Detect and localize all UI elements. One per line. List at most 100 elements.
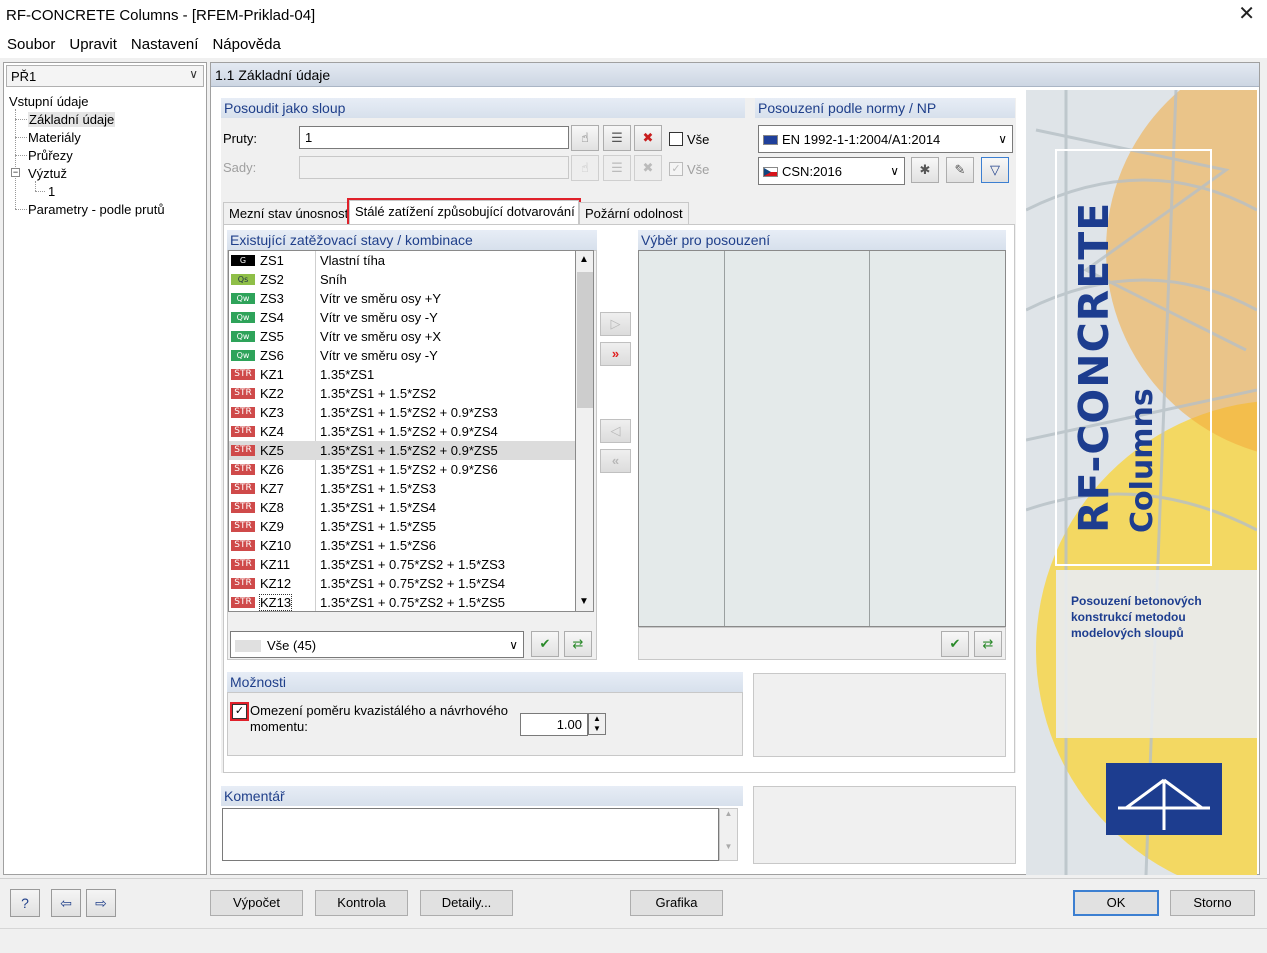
sets-input[interactable] [299, 156, 569, 179]
list-item[interactable]: STR KZ2 1.35*ZS1 + 1.5*ZS2 [229, 384, 575, 403]
list-item[interactable]: STR KZ12 1.35*ZS1 + 0.75*ZS2 + 1.5*ZS4 [229, 574, 575, 593]
ratio-limit-checkbox[interactable]: ✓ [230, 702, 249, 721]
load-case-description: 1.35*ZS1 + 1.5*ZS5 [320, 519, 436, 534]
details-button[interactable]: Detaily... [420, 890, 513, 916]
delete-members-button[interactable]: ✖ [634, 125, 662, 151]
load-type-badge: Qs [231, 274, 255, 285]
tab-ultimate-limit[interactable]: Mezní stav únosnosti [223, 202, 358, 224]
cz-flag-icon [763, 167, 778, 177]
case-select[interactable]: PŘ1 ∨ [6, 65, 204, 87]
tree-item-parameters[interactable]: Parametry - podle prutů [28, 202, 165, 217]
comment-scrollbar[interactable]: ▲ ▼ [719, 808, 738, 861]
members-input[interactable]: 1 [299, 126, 569, 149]
tree-connector [15, 155, 27, 156]
tree-item-reinforcement[interactable]: Výztuž [28, 166, 67, 181]
list-item[interactable]: Qw ZS3 Vítr ve směru osy +Y [229, 289, 575, 308]
scroll-up-icon[interactable]: ▲ [579, 254, 589, 265]
select-sets-button[interactable]: ☰ [603, 155, 631, 181]
next-button[interactable]: ⇨ [86, 889, 116, 917]
tree-item-materials[interactable]: Materiály [28, 130, 81, 145]
list-item[interactable]: STR KZ4 1.35*ZS1 + 1.5*ZS2 + 0.9*ZS4 [229, 422, 575, 441]
tab-fire-resistance[interactable]: Požární odolnost [579, 202, 689, 224]
ratio-spinner[interactable]: ▲ ▼ [588, 713, 606, 735]
load-case-code: ZS5 [260, 329, 284, 344]
scrollbar-thumb[interactable] [577, 272, 593, 408]
list-item[interactable]: Qs ZS2 Sníh [229, 270, 575, 289]
spin-up-icon[interactable]: ▲ [593, 714, 601, 723]
select-all-button[interactable]: ✔ [531, 631, 559, 657]
new-annex-button[interactable]: ✱ [911, 157, 939, 183]
scroll-down-icon[interactable]: ▼ [720, 842, 737, 851]
pick-members-button[interactable]: ☝ [571, 125, 599, 151]
selection-list[interactable] [638, 250, 1006, 627]
window-title: RF-CONCRETE Columns - [RFEM-Priklad-04] [6, 7, 316, 24]
sets-all-checkbox[interactable]: ✓ [669, 162, 683, 176]
tree-item-reinforcement-1[interactable]: 1 [48, 184, 55, 199]
tree-item-cross-sections[interactable]: Průřezy [28, 148, 73, 163]
list-item[interactable]: STR KZ10 1.35*ZS1 + 1.5*ZS6 [229, 536, 575, 555]
ok-button[interactable]: OK [1073, 890, 1159, 916]
list-item[interactable]: STR KZ13 1.35*ZS1 + 0.75*ZS2 + 1.5*ZS5 [229, 593, 575, 611]
selection-invert-button[interactable]: ⇄ [974, 631, 1002, 657]
list-item[interactable]: Qw ZS4 Vítr ve směru osy -Y [229, 308, 575, 327]
add-all-button[interactable]: » [600, 342, 631, 366]
menu-nastaveni[interactable]: Nastavení [124, 32, 206, 53]
scroll-down-icon[interactable]: ▼ [579, 596, 589, 607]
edit-annex-button[interactable]: ✎ [946, 157, 974, 183]
tree-connector [15, 119, 27, 120]
add-one-button[interactable]: ▷ [600, 312, 631, 336]
menu-upravit[interactable]: Upravit [62, 32, 124, 53]
ratio-value-input[interactable]: 1.00 [520, 713, 588, 736]
list-item[interactable]: STR KZ5 1.35*ZS1 + 1.5*ZS2 + 0.9*ZS5 [229, 441, 575, 460]
load-type-badge: Qw [231, 293, 255, 304]
list-item[interactable]: STR KZ3 1.35*ZS1 + 1.5*ZS2 + 0.9*ZS3 [229, 403, 575, 422]
calculate-button[interactable]: Výpočet [210, 890, 303, 916]
graphics-button[interactable]: Grafika [630, 890, 723, 916]
pick-sets-button[interactable]: ☝ [571, 155, 599, 181]
previous-button[interactable]: ⇦ [51, 889, 81, 917]
standard-select[interactable]: EN 1992-1-1:2004/A1:2014 ∨ [758, 125, 1013, 153]
list-item[interactable]: Qw ZS6 Vítr ve směru osy -Y [229, 346, 575, 365]
tree-root-input[interactable]: Vstupní údaje [9, 94, 89, 109]
cancel-button[interactable]: Storno [1170, 890, 1255, 916]
selection-select-all-button[interactable]: ✔ [941, 631, 969, 657]
chevron-down-icon: ∨ [189, 67, 198, 81]
close-icon[interactable]: ✕ [1238, 4, 1255, 24]
select-members-button[interactable]: ☰ [603, 125, 631, 151]
spin-down-icon[interactable]: ▼ [593, 724, 601, 733]
list-item[interactable]: G ZS1 Vlastní tíha [229, 251, 575, 270]
list-item[interactable]: STR KZ8 1.35*ZS1 + 1.5*ZS4 [229, 498, 575, 517]
filter-select[interactable]: Vše (45) ∨ [230, 631, 524, 658]
load-case-description: 1.35*ZS1 + 0.75*ZS2 + 1.5*ZS3 [320, 557, 506, 572]
tab-creep-load[interactable]: Stálé zatížení způsobující dotvarování [347, 198, 581, 226]
members-all-checkbox[interactable] [669, 132, 683, 146]
list-item[interactable]: STR KZ6 1.35*ZS1 + 1.5*ZS2 + 0.9*ZS6 [229, 460, 575, 479]
menu-soubor[interactable]: Soubor [0, 32, 62, 53]
invert-selection-button[interactable]: ⇄ [564, 631, 592, 657]
pick-icon: ☝ [581, 160, 589, 175]
collapse-icon[interactable]: − [11, 168, 20, 177]
list-item[interactable]: STR KZ11 1.35*ZS1 + 0.75*ZS2 + 1.5*ZS3 [229, 555, 575, 574]
national-annex-select[interactable]: CSN:2016 ∨ [758, 157, 905, 185]
help-button[interactable]: ? [10, 889, 40, 917]
load-case-list[interactable]: G ZS1 Vlastní tíha Qs ZS2 Sníh Qw ZS3 Vítr ve sm… [228, 250, 576, 612]
tree-item-basic-data[interactable]: Základní údaje [28, 112, 116, 127]
remove-all-button[interactable]: « [600, 449, 631, 473]
list-item[interactable]: Qw ZS5 Vítr ve směru osy +X [229, 327, 575, 346]
scroll-up-icon[interactable]: ▲ [720, 809, 737, 818]
list-item[interactable]: STR KZ1 1.35*ZS1 [229, 365, 575, 384]
check-button[interactable]: Kontrola [315, 890, 408, 916]
menu-napoveda[interactable]: Nápověda [205, 32, 287, 53]
tree-connector [35, 191, 45, 192]
case-select-value: PŘ1 [11, 69, 37, 84]
check-all-icon: ✔ [539, 636, 551, 651]
list-item[interactable]: STR KZ7 1.35*ZS1 + 1.5*ZS3 [229, 479, 575, 498]
remove-one-button[interactable]: ◁ [600, 419, 631, 443]
comment-input[interactable] [222, 808, 719, 861]
delete-sets-button[interactable]: ✖ [634, 155, 662, 181]
filter-button[interactable]: ▽ [981, 157, 1009, 183]
list-item[interactable]: STR KZ9 1.35*ZS1 + 1.5*ZS5 [229, 517, 575, 536]
next-icon: ⇨ [95, 895, 107, 911]
sets-all-label: Vše [687, 162, 710, 177]
load-type-badge: STR [231, 407, 255, 418]
